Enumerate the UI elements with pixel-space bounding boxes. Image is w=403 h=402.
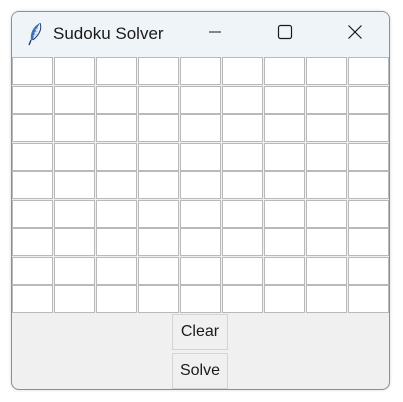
sudoku-cell-r6c9[interactable] [348, 199, 389, 228]
sudoku-cell-r8c1[interactable] [12, 256, 53, 285]
sudoku-cell-r9c8[interactable] [306, 285, 347, 313]
sudoku-cell-r3c2[interactable] [54, 114, 95, 142]
sudoku-cell-r4c6[interactable] [222, 142, 263, 171]
sudoku-cell-r3c1[interactable] [12, 114, 53, 142]
sudoku-cell-r9c5[interactable] [180, 285, 221, 313]
sudoku-cell-r2c3[interactable] [96, 85, 137, 114]
sudoku-cell-r3c5[interactable] [180, 114, 221, 142]
sudoku-cell-r1c6[interactable] [222, 57, 263, 85]
sudoku-cell-r4c8[interactable] [306, 142, 347, 171]
solve-button[interactable]: Solve [172, 353, 228, 389]
sudoku-cell-r2c2[interactable] [54, 85, 95, 114]
close-icon [347, 24, 363, 45]
clear-button[interactable]: Clear [172, 314, 228, 350]
maximize-icon [277, 24, 293, 45]
sudoku-cell-r4c3[interactable] [96, 142, 137, 171]
sudoku-cell-r3c4[interactable] [138, 114, 179, 142]
sudoku-cell-r4c5[interactable] [180, 142, 221, 171]
sudoku-cell-r1c1[interactable] [12, 57, 53, 85]
maximize-button[interactable] [262, 12, 308, 57]
sudoku-cell-r5c1[interactable] [12, 171, 53, 199]
sudoku-cell-r8c7[interactable] [264, 256, 305, 285]
sudoku-cell-r1c5[interactable] [180, 57, 221, 85]
sudoku-cell-r7c8[interactable] [306, 228, 347, 256]
sudoku-cell-r9c9[interactable] [348, 285, 389, 313]
sudoku-cell-r4c1[interactable] [12, 142, 53, 171]
window-title: Sudoku Solver [53, 24, 164, 43]
sudoku-cell-r8c5[interactable] [180, 256, 221, 285]
sudoku-cell-r9c1[interactable] [12, 285, 53, 313]
sudoku-cell-r2c6[interactable] [222, 85, 263, 114]
sudoku-cell-r3c6[interactable] [222, 114, 263, 142]
sudoku-cell-r9c2[interactable] [54, 285, 95, 313]
sudoku-cell-r7c9[interactable] [348, 228, 389, 256]
sudoku-cell-r5c4[interactable] [138, 171, 179, 199]
sudoku-cell-r2c1[interactable] [12, 85, 53, 114]
title-bar[interactable]: Sudoku Solver [12, 12, 389, 57]
sudoku-cell-r1c2[interactable] [54, 57, 95, 85]
sudoku-cell-r7c2[interactable] [54, 228, 95, 256]
sudoku-cell-r6c1[interactable] [12, 199, 53, 228]
sudoku-cell-r4c2[interactable] [54, 142, 95, 171]
sudoku-cell-r8c6[interactable] [222, 256, 263, 285]
sudoku-cell-r7c1[interactable] [12, 228, 53, 256]
sudoku-cell-r3c7[interactable] [264, 114, 305, 142]
sudoku-cell-r9c7[interactable] [264, 285, 305, 313]
sudoku-cell-r1c9[interactable] [348, 57, 389, 85]
sudoku-cell-r7c7[interactable] [264, 228, 305, 256]
feather-icon [26, 22, 46, 46]
sudoku-cell-r3c9[interactable] [348, 114, 389, 142]
sudoku-cell-r1c7[interactable] [264, 57, 305, 85]
sudoku-cell-r2c9[interactable] [348, 85, 389, 114]
app-window: Sudoku Solver Clear Solve [11, 11, 390, 390]
sudoku-cell-r6c7[interactable] [264, 199, 305, 228]
sudoku-cell-r4c9[interactable] [348, 142, 389, 171]
sudoku-cell-r1c3[interactable] [96, 57, 137, 85]
sudoku-cell-r8c3[interactable] [96, 256, 137, 285]
sudoku-cell-r6c2[interactable] [54, 199, 95, 228]
sudoku-cell-r2c4[interactable] [138, 85, 179, 114]
sudoku-cell-r7c4[interactable] [138, 228, 179, 256]
sudoku-cell-r6c5[interactable] [180, 199, 221, 228]
sudoku-cell-r5c3[interactable] [96, 171, 137, 199]
sudoku-cell-r2c7[interactable] [264, 85, 305, 114]
sudoku-cell-r6c6[interactable] [222, 199, 263, 228]
sudoku-cell-r3c8[interactable] [306, 114, 347, 142]
sudoku-cell-r1c8[interactable] [306, 57, 347, 85]
sudoku-grid [12, 57, 389, 314]
sudoku-cell-r1c4[interactable] [138, 57, 179, 85]
sudoku-cell-r4c4[interactable] [138, 142, 179, 171]
close-button[interactable] [332, 12, 378, 57]
sudoku-cell-r6c3[interactable] [96, 199, 137, 228]
sudoku-cell-r5c9[interactable] [348, 171, 389, 199]
minimize-button[interactable] [192, 12, 238, 57]
sudoku-cell-r5c6[interactable] [222, 171, 263, 199]
sudoku-cell-r6c8[interactable] [306, 199, 347, 228]
sudoku-cell-r8c9[interactable] [348, 256, 389, 285]
minimize-icon [208, 25, 222, 44]
sudoku-cell-r3c3[interactable] [96, 114, 137, 142]
sudoku-cell-r7c5[interactable] [180, 228, 221, 256]
sudoku-cell-r7c6[interactable] [222, 228, 263, 256]
sudoku-cell-r7c3[interactable] [96, 228, 137, 256]
sudoku-cell-r9c6[interactable] [222, 285, 263, 313]
sudoku-cell-r6c4[interactable] [138, 199, 179, 228]
sudoku-cell-r9c3[interactable] [96, 285, 137, 313]
sudoku-cell-r8c2[interactable] [54, 256, 95, 285]
sudoku-cell-r8c8[interactable] [306, 256, 347, 285]
sudoku-cell-r9c4[interactable] [138, 285, 179, 313]
sudoku-cell-r5c8[interactable] [306, 171, 347, 199]
sudoku-cell-r5c5[interactable] [180, 171, 221, 199]
sudoku-cell-r4c7[interactable] [264, 142, 305, 171]
sudoku-cell-r8c4[interactable] [138, 256, 179, 285]
sudoku-cell-r5c7[interactable] [264, 171, 305, 199]
sudoku-cell-r2c8[interactable] [306, 85, 347, 114]
sudoku-cell-r5c2[interactable] [54, 171, 95, 199]
sudoku-cell-r2c5[interactable] [180, 85, 221, 114]
